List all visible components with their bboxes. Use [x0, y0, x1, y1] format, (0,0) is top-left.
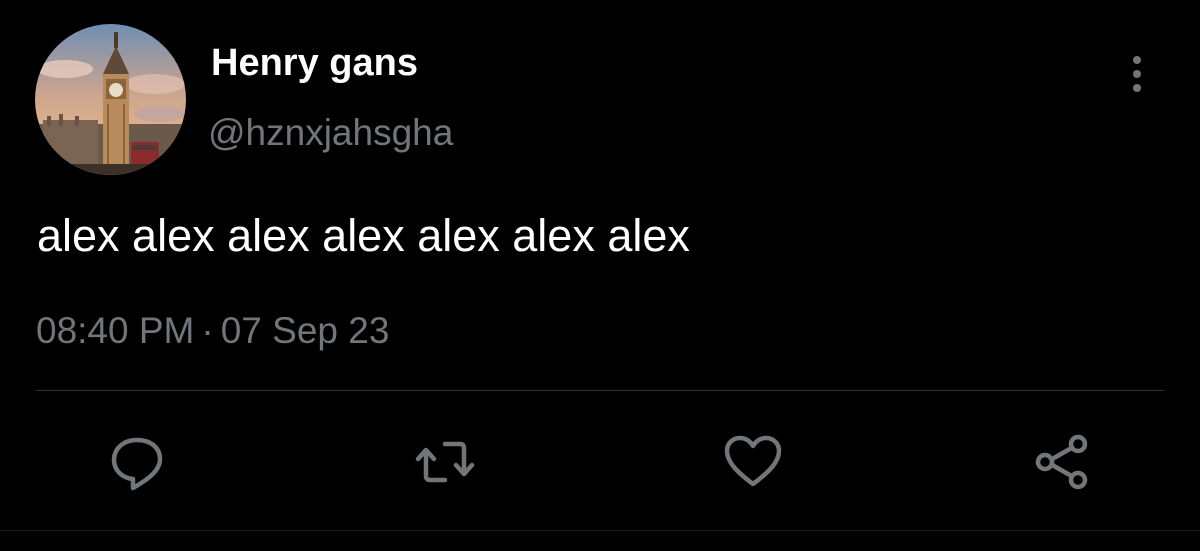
tweet-time: 08:40 PM [36, 310, 195, 351]
meta-separator: · [201, 310, 214, 351]
tweet-card: Henry gans @hznxjahsgha alex alex alex a… [0, 0, 1200, 551]
tweet-date: 07 Sep 23 [220, 310, 390, 351]
reply-button[interactable] [107, 432, 167, 492]
share-button[interactable] [1032, 432, 1092, 492]
user-handle[interactable]: @hznxjahsgha [208, 110, 453, 156]
tweet-text: alex alex alex alex alex alex alex [37, 210, 690, 261]
avatar[interactable] [35, 24, 186, 175]
reply-icon [111, 437, 163, 491]
retweet-button[interactable] [415, 432, 475, 492]
tweet-timestamp[interactable]: 08:40 PM · 07 Sep 23 [36, 308, 389, 354]
more-options-button[interactable] [1118, 52, 1156, 96]
divider [36, 390, 1164, 391]
share-icon [1035, 434, 1088, 490]
display-name[interactable]: Henry gans [211, 40, 418, 86]
heart-icon [724, 435, 782, 487]
avatar-image [35, 24, 186, 175]
retweet-icon [415, 441, 475, 483]
more-vertical-icon [1133, 56, 1141, 92]
like-button[interactable] [723, 432, 783, 492]
bottom-divider [0, 530, 1200, 531]
